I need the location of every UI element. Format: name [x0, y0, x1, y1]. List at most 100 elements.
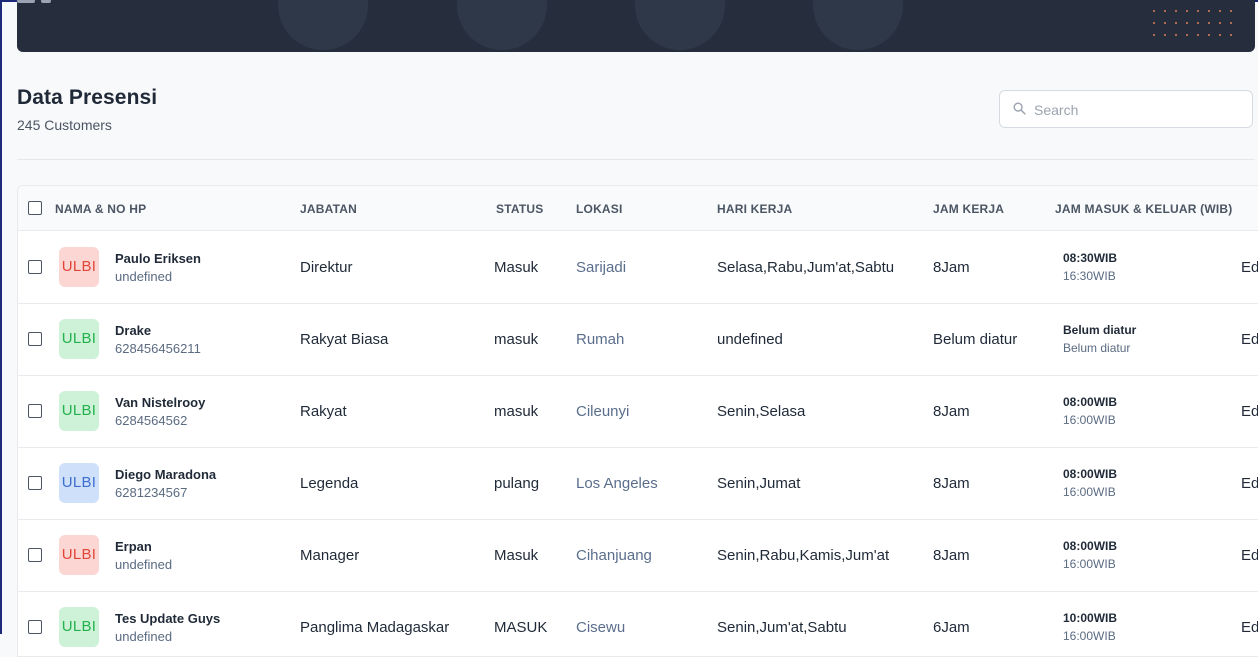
jam-keluar: 16:30WIB — [1063, 269, 1116, 283]
banner-dot — [1186, 34, 1188, 36]
avatar: ULBI — [59, 607, 99, 647]
employee-name: Paulo Eriksen — [115, 251, 201, 266]
employee-phone: 628456456211 — [115, 341, 201, 356]
search-input[interactable] — [1032, 99, 1246, 121]
edit-button[interactable]: Ed — [1241, 475, 1258, 492]
row-checkbox[interactable] — [28, 332, 42, 346]
lokasi-cell: Cihanjuang — [576, 547, 652, 564]
status-cell: masuk — [494, 331, 539, 348]
page-title: Data Presensi — [17, 86, 158, 109]
window-left-border — [0, 0, 2, 634]
avatar: ULBI — [59, 535, 99, 575]
jabatan-cell: Legenda — [300, 475, 359, 492]
employee-name: Van Nistelrooy — [115, 395, 206, 410]
status-cell: masuk — [494, 403, 539, 420]
column-header-lokasi[interactable]: LOKASI — [576, 202, 623, 216]
row-checkbox[interactable] — [28, 548, 42, 562]
jam-keluar: 16:00WIB — [1063, 629, 1116, 643]
row-checkbox[interactable] — [28, 260, 42, 274]
banner-dot — [1219, 22, 1221, 24]
column-header-status[interactable]: STATUS — [496, 202, 543, 216]
avatar: ULBI — [59, 463, 99, 503]
table-row[interactable]: ULBI Van Nistelrooy 6284564562 Rakyat masuk C… — [18, 375, 1258, 448]
banner-decor-circle — [813, 0, 903, 50]
jam-kerja-cell: 6Jam — [933, 619, 970, 636]
table-row[interactable]: ULBI Diego Maradona 6281234567 Legenda pulan… — [18, 447, 1258, 520]
banner-dot — [1186, 22, 1188, 24]
hari-kerja-cell: Senin,Selasa — [717, 403, 806, 420]
jabatan-cell: Manager — [300, 547, 360, 564]
search-icon — [1013, 102, 1026, 115]
lokasi-cell: Rumah — [576, 331, 625, 348]
avatar: ULBI — [59, 247, 99, 287]
row-checkbox[interactable] — [28, 620, 42, 634]
search-box[interactable] — [999, 90, 1253, 128]
banner-dot-pattern — [1153, 10, 1241, 40]
table-row[interactable]: ULBI Tes Update Guys undefined Panglima Mad… — [18, 591, 1258, 656]
column-header-hari-kerja[interactable]: HARI KERJA — [717, 202, 792, 216]
column-header-nama[interactable]: NAMA & NO HP — [55, 202, 146, 216]
hari-kerja-cell: Selasa,Rabu,Jum'at,Sabtu — [717, 259, 895, 276]
table-row[interactable]: ULBI Erpan undefined Manager Masuk Cihanjuang… — [18, 519, 1258, 592]
banner-dot — [1164, 34, 1166, 36]
hari-kerja-cell: undefined — [717, 331, 783, 348]
employee-name: Erpan — [115, 539, 152, 554]
row-checkbox[interactable] — [28, 476, 42, 490]
status-cell: pulang — [494, 475, 540, 492]
jam-kerja-cell: 8Jam — [933, 547, 970, 564]
avatar: ULBI — [59, 319, 99, 359]
lokasi-cell: Cileunyi — [576, 403, 630, 420]
hari-kerja-cell: Senin,Jum'at,Sabtu — [717, 619, 847, 636]
banner-dot — [1197, 10, 1199, 12]
employee-phone: undefined — [115, 557, 173, 572]
column-header-jam-masuk-keluar[interactable]: JAM MASUK & KELUAR (WIB) — [1055, 202, 1232, 216]
lokasi-cell: Cisewu — [576, 619, 626, 636]
jam-keluar: Belum diatur — [1063, 341, 1131, 355]
employee-name: Tes Update Guys — [115, 611, 221, 626]
column-header-jam-kerja[interactable]: JAM KERJA — [933, 202, 1004, 216]
jam-keluar: 16:00WIB — [1063, 557, 1116, 571]
banner-decor-circle — [635, 0, 725, 50]
lokasi-cell: Sarijadi — [576, 259, 627, 276]
jabatan-cell: Panglima Madagaskar — [300, 619, 450, 636]
edit-button[interactable]: Ed — [1241, 259, 1258, 276]
edit-button[interactable]: Ed — [1241, 403, 1258, 420]
banner-dot — [1208, 34, 1210, 36]
customer-count: 245 Customers — [17, 117, 112, 133]
status-cell: MASUK — [494, 619, 548, 636]
jam-masuk: 08:00WIB — [1063, 539, 1118, 553]
banner-dot — [1175, 22, 1177, 24]
jam-kerja-cell: Belum diatur — [933, 331, 1018, 348]
column-header-jabatan[interactable]: JABATAN — [300, 202, 357, 216]
banner-dot — [1208, 22, 1210, 24]
banner-dot — [1153, 34, 1155, 36]
edit-button[interactable]: Ed — [1241, 331, 1258, 348]
presensi-table: NAMA & NO HP JABATAN STATUS LOKASI HARI … — [17, 185, 1258, 657]
banner-decor-circle — [278, 0, 368, 50]
table-row[interactable]: ULBI Drake 628456456211 Rakyat Biasa masuk Ru… — [18, 303, 1258, 376]
jam-masuk: 08:00WIB — [1063, 467, 1118, 481]
header-banner — [17, 0, 1255, 52]
banner-dot — [1197, 34, 1199, 36]
jam-masuk: 10:00WIB — [1063, 611, 1118, 625]
edit-button[interactable]: Ed — [1241, 619, 1258, 636]
table-header: NAMA & NO HP JABATAN STATUS LOKASI HARI … — [18, 186, 1258, 231]
status-cell: Masuk — [494, 547, 539, 564]
jabatan-cell: Rakyat — [300, 403, 347, 420]
banner-dot — [1164, 22, 1166, 24]
edit-button[interactable]: Ed — [1241, 547, 1258, 564]
jabatan-cell: Direktur — [300, 259, 353, 276]
jam-masuk: 08:30WIB — [1063, 251, 1118, 265]
employee-phone: undefined — [115, 629, 173, 644]
banner-dot — [1208, 10, 1210, 12]
row-checkbox[interactable] — [28, 404, 42, 418]
jam-keluar: 16:00WIB — [1063, 485, 1116, 499]
jam-masuk: 08:00WIB — [1063, 395, 1118, 409]
table-row[interactable]: ULBI Paulo Eriksen undefined Direktur Masuk S… — [18, 231, 1258, 304]
employee-phone: undefined — [115, 269, 173, 284]
banner-decor-circle — [457, 0, 547, 50]
employee-phone: 6281234567 — [115, 485, 188, 500]
hari-kerja-cell: Senin,Jumat — [717, 475, 801, 492]
select-all-checkbox[interactable] — [28, 201, 42, 215]
banner-dot — [1153, 22, 1155, 24]
